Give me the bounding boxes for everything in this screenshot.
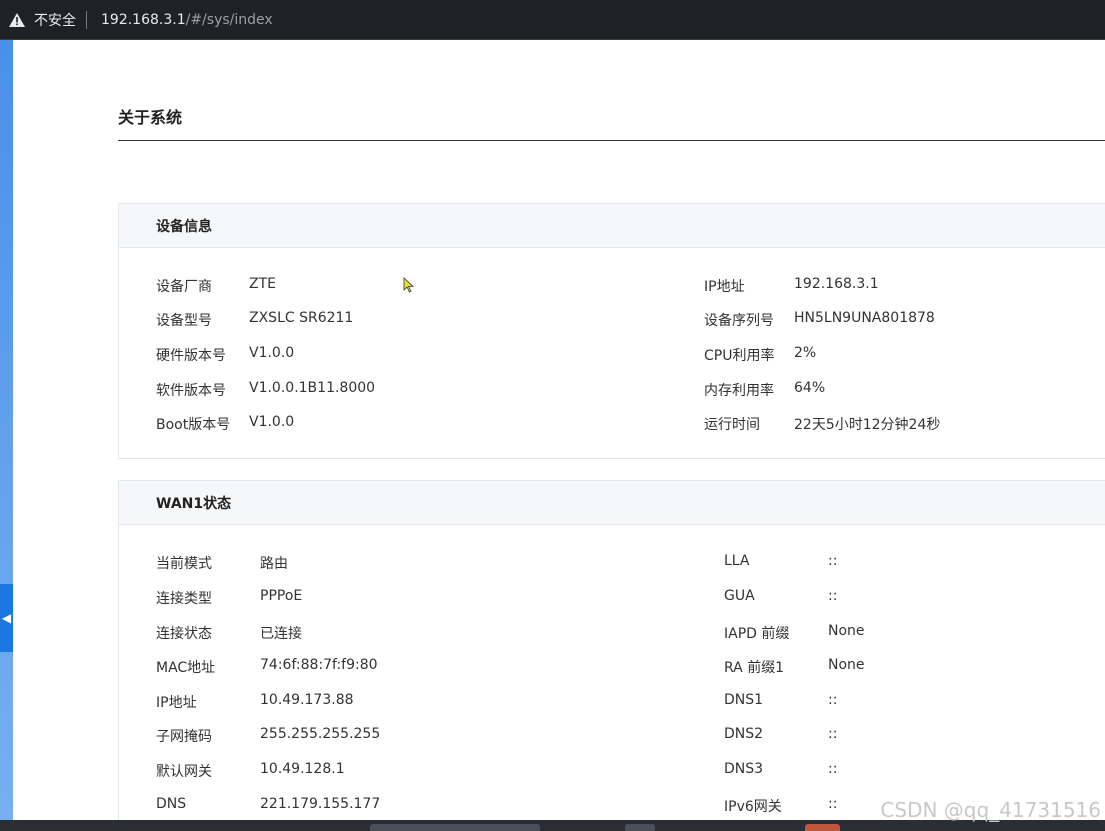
dns1-value: ::: [828, 692, 838, 708]
device-info-header: 设备信息: [119, 204, 1105, 248]
current-mode-label: 当前模式: [156, 556, 212, 572]
memory-usage-value: 64%: [794, 380, 826, 396]
ip-address-label: IP地址: [704, 279, 745, 295]
uptime-label: 运行时间: [704, 417, 760, 433]
dns3-value: ::: [828, 761, 838, 777]
connection-type-value: PPPoE: [260, 588, 303, 604]
taskbar-item[interactable]: [625, 824, 655, 831]
cpu-usage-label: CPU利用率: [704, 348, 775, 364]
lla-label: LLA: [724, 553, 750, 569]
mouse-cursor-icon: [403, 277, 415, 293]
device-info-panel: 设备信息 设备厂商 ZTE 设备型号 ZXSLC SR6211 硬件版本号 V1…: [118, 203, 1105, 459]
url-host[interactable]: 192.168.3.1: [101, 12, 186, 28]
warning-icon[interactable]: [8, 12, 26, 28]
mac-address-label: MAC地址: [156, 660, 216, 676]
default-gateway-label: 默认网关: [156, 764, 212, 780]
iapd-prefix-label: IAPD 前缀: [724, 626, 790, 642]
subnet-mask-label: 子网掩码: [156, 729, 212, 745]
dns1-label: DNS1: [724, 692, 764, 708]
taskbar-item[interactable]: [370, 824, 540, 831]
iapd-prefix-value: None: [828, 623, 865, 639]
page-title: 关于系统: [118, 108, 183, 127]
sidebar-toggle-button[interactable]: ◀: [0, 584, 13, 652]
cpu-usage-value: 2%: [794, 345, 817, 361]
taskbar-item[interactable]: [805, 824, 840, 831]
ra-prefix-label: RA 前缀1: [724, 660, 785, 676]
hardware-version-value: V1.0.0: [249, 345, 295, 361]
connection-type-label: 连接类型: [156, 591, 212, 607]
ipv6-gateway-label: IPv6网关: [724, 799, 782, 815]
connection-status-value: 已连接: [260, 626, 302, 642]
dns2-value: ::: [828, 726, 838, 742]
software-version-value: V1.0.0.1B11.8000: [249, 380, 376, 396]
ra-prefix-value: None: [828, 657, 865, 673]
chevron-left-icon: ◀: [1, 611, 12, 625]
title-divider: [118, 140, 1105, 141]
wan1-status-panel: WAN1状态 当前模式 路由 连接类型 PPPoE 连接状态 已连接 MAC地址…: [118, 480, 1105, 825]
gua-value: ::: [828, 588, 838, 604]
device-vendor-label: 设备厂商: [156, 279, 212, 295]
wan1-status-header: WAN1状态: [119, 481, 1105, 525]
gua-label: GUA: [724, 588, 755, 604]
ipv6-gateway-value: ::: [828, 796, 838, 812]
sidebar-strip: [0, 40, 13, 820]
ip-address-value: 192.168.3.1: [794, 276, 879, 292]
boot-version-label: Boot版本号: [156, 417, 231, 433]
mac-address-value: 74:6f:88:7f:f9:80: [260, 657, 378, 673]
serial-number-value: HN5LN9UNA801878: [794, 310, 935, 326]
dns3-label: DNS3: [724, 761, 764, 777]
boot-version-value: V1.0.0: [249, 414, 295, 430]
main-content: 关于系统 设备信息 设备厂商 ZTE 设备型号 ZXSLC SR6211 硬件版…: [13, 40, 1105, 825]
dns2-label: DNS2: [724, 726, 764, 742]
browser-address-bar: 不安全 192.168.3.1/#/sys/index: [0, 0, 1105, 40]
device-model-value: ZXSLC SR6211: [249, 310, 354, 326]
url-path[interactable]: /#/sys/index: [186, 12, 273, 28]
memory-usage-label: 内存利用率: [704, 383, 774, 399]
hardware-version-label: 硬件版本号: [156, 348, 226, 364]
current-mode-value: 路由: [260, 556, 288, 572]
wan-ip-value: 10.49.173.88: [260, 692, 354, 708]
dns-value: 221.179.155.177: [260, 796, 381, 812]
subnet-mask-value: 255.255.255.255: [260, 726, 381, 742]
address-divider: [86, 11, 87, 29]
connection-status-label: 连接状态: [156, 626, 212, 642]
serial-number-label: 设备序列号: [704, 313, 774, 329]
wan-ip-label: IP地址: [156, 695, 197, 711]
url-field[interactable]: 不安全 192.168.3.1/#/sys/index: [0, 4, 1105, 36]
dns-label: DNS: [156, 796, 187, 812]
software-version-label: 软件版本号: [156, 383, 226, 399]
lla-value: ::: [828, 553, 838, 569]
device-vendor-value: ZTE: [249, 276, 276, 292]
uptime-value: 22天5小时12分钟24秒: [794, 417, 941, 433]
watermark: CSDN @qq_41731516: [880, 798, 1101, 822]
device-model-label: 设备型号: [156, 313, 212, 329]
default-gateway-value: 10.49.128.1: [260, 761, 345, 777]
security-status-label[interactable]: 不安全: [34, 10, 76, 30]
